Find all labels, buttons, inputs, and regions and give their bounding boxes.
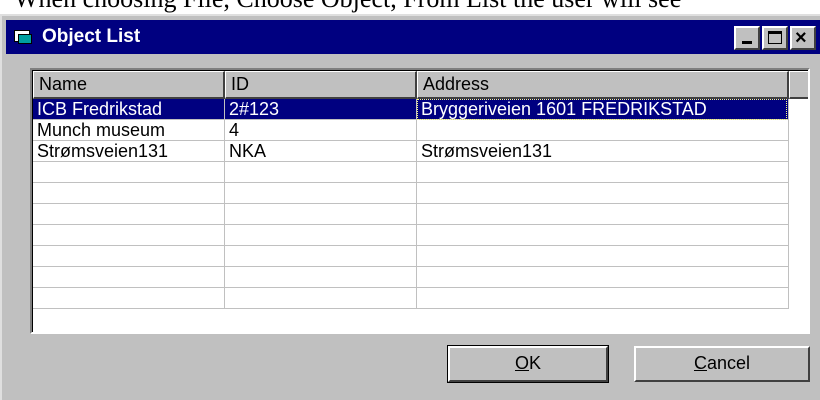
cancel-label: ancel [706, 353, 751, 373]
column-header-filler [789, 71, 808, 99]
cell-id [225, 204, 417, 225]
background-caption: When choosing File, Choose Object, From … [14, 0, 681, 14]
cell-id [225, 267, 417, 288]
list-row[interactable] [33, 183, 793, 204]
cell-id [225, 246, 417, 267]
cell-name [33, 267, 225, 288]
cell-name: ICB Fredrikstad [33, 99, 225, 120]
cell-name [33, 225, 225, 246]
ok-mnemonic: O [514, 353, 529, 373]
cancel-mnemonic: C [693, 353, 707, 373]
list-row[interactable]: Munch museum 4 [33, 120, 793, 141]
list-row[interactable] [33, 267, 793, 288]
cell-name [33, 162, 225, 183]
cell-address [417, 204, 789, 225]
cell-name [33, 183, 225, 204]
minimize-button[interactable] [734, 26, 760, 50]
focus-rectangle [417, 99, 787, 120]
list-row[interactable]: Strømsveien131 NKA Strømsveien131 [33, 141, 793, 162]
title-bar[interactable]: Object List × [6, 20, 820, 54]
column-header-id[interactable]: ID [225, 71, 417, 99]
cell-name: Strømsveien131 [33, 141, 225, 162]
cell-name [33, 288, 225, 309]
cell-address [417, 246, 789, 267]
list-row[interactable] [33, 225, 793, 246]
app-window-icon [14, 28, 34, 46]
object-list-view[interactable]: Name ID Address ICB Fredrikstad 2#123 Bryg… [30, 68, 810, 334]
maximize-icon [768, 31, 782, 44]
column-header-address[interactable]: Address [417, 71, 789, 99]
cell-id [225, 225, 417, 246]
cell-id: 2#123 [225, 99, 417, 120]
list-row[interactable]: ICB Fredrikstad 2#123 Bryggeriveien 1601 F… [33, 99, 793, 120]
cell-id [225, 288, 417, 309]
ok-label: K [529, 353, 542, 373]
close-icon: × [795, 27, 807, 49]
cell-address [417, 225, 789, 246]
minimize-icon [742, 41, 752, 44]
cell-id [225, 162, 417, 183]
ok-button[interactable]: OK [447, 345, 609, 383]
window-title: Object List [42, 26, 141, 47]
cell-address: Strømsveien131 [417, 141, 789, 162]
maximize-button[interactable] [762, 26, 788, 50]
column-header-name[interactable]: Name [33, 71, 225, 99]
cell-address [417, 162, 789, 183]
object-list-dialog: Object List × Name ID Address ICB Fredri… [0, 14, 820, 400]
close-button[interactable]: × [790, 26, 816, 50]
cell-name [33, 204, 225, 225]
list-row[interactable] [33, 204, 793, 225]
cell-address [417, 288, 789, 309]
cancel-button[interactable]: Cancel [634, 346, 810, 382]
list-row[interactable] [33, 246, 793, 267]
cell-address [417, 183, 789, 204]
cell-id [225, 183, 417, 204]
cell-id: NKA [225, 141, 417, 162]
list-row[interactable] [33, 162, 793, 183]
cell-name: Munch museum [33, 120, 225, 141]
cell-address [417, 267, 789, 288]
list-row[interactable] [33, 288, 793, 309]
cell-address [417, 120, 789, 141]
cell-id: 4 [225, 120, 417, 141]
cell-name [33, 246, 225, 267]
